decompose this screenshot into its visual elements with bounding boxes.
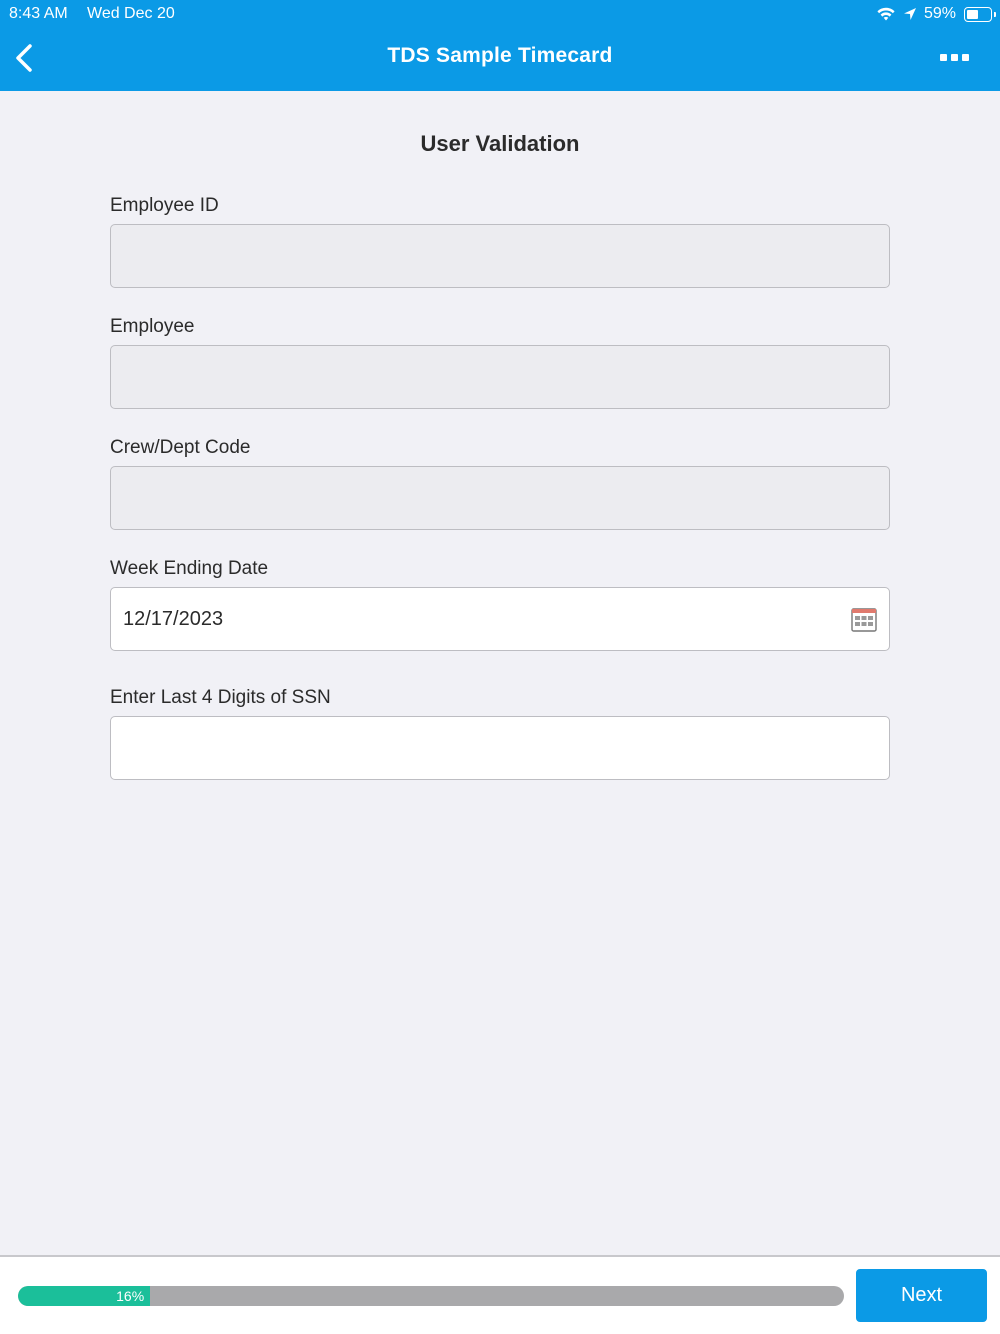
employee-id-label: Employee ID (110, 195, 219, 216)
status-bar: 8:43 AM Wed Dec 20 59% (0, 0, 1000, 28)
more-dots-icon (962, 53, 969, 61)
progress-bar: 16% (18, 1286, 844, 1306)
ssn-last4-label: Enter Last 4 Digits of SSN (110, 687, 331, 708)
progress-label: 16% (116, 1288, 145, 1304)
status-right: 59% (876, 4, 996, 24)
status-time: 8:43 AM (9, 5, 68, 22)
top-bar: 8:43 AM Wed Dec 20 59% TDS Sample Timeca… (0, 0, 1000, 91)
calendar-icon[interactable] (851, 607, 877, 633)
ssn-last4-field[interactable] (110, 716, 890, 780)
crew-dept-code-field[interactable] (110, 466, 890, 530)
more-dots-icon (951, 53, 958, 61)
crew-dept-code-label: Crew/Dept Code (110, 437, 251, 458)
employee-id-field[interactable] (110, 224, 890, 288)
page-title: TDS Sample Timecard (387, 44, 613, 67)
location-arrow-icon (902, 6, 918, 22)
employee-field[interactable] (110, 345, 890, 409)
wifi-icon (876, 6, 896, 22)
battery-fill (967, 9, 979, 19)
week-ending-date-value: 12/17/2023 (123, 608, 224, 630)
status-date: Wed Dec 20 (87, 5, 175, 22)
week-ending-date-label: Week Ending Date (110, 558, 269, 579)
battery-percent: 59% (923, 5, 956, 22)
week-ending-date-field[interactable]: 12/17/2023 (110, 587, 890, 651)
employee-label: Employee (110, 316, 195, 337)
more-options-button[interactable] (940, 50, 972, 64)
battery-icon (964, 6, 996, 22)
section-title: User Validation (420, 131, 580, 156)
next-button[interactable]: Next (856, 1269, 987, 1322)
footer: 16% Next (0, 1255, 1000, 1334)
more-dots-icon (940, 53, 947, 61)
progress-fill: 16% (18, 1286, 151, 1306)
